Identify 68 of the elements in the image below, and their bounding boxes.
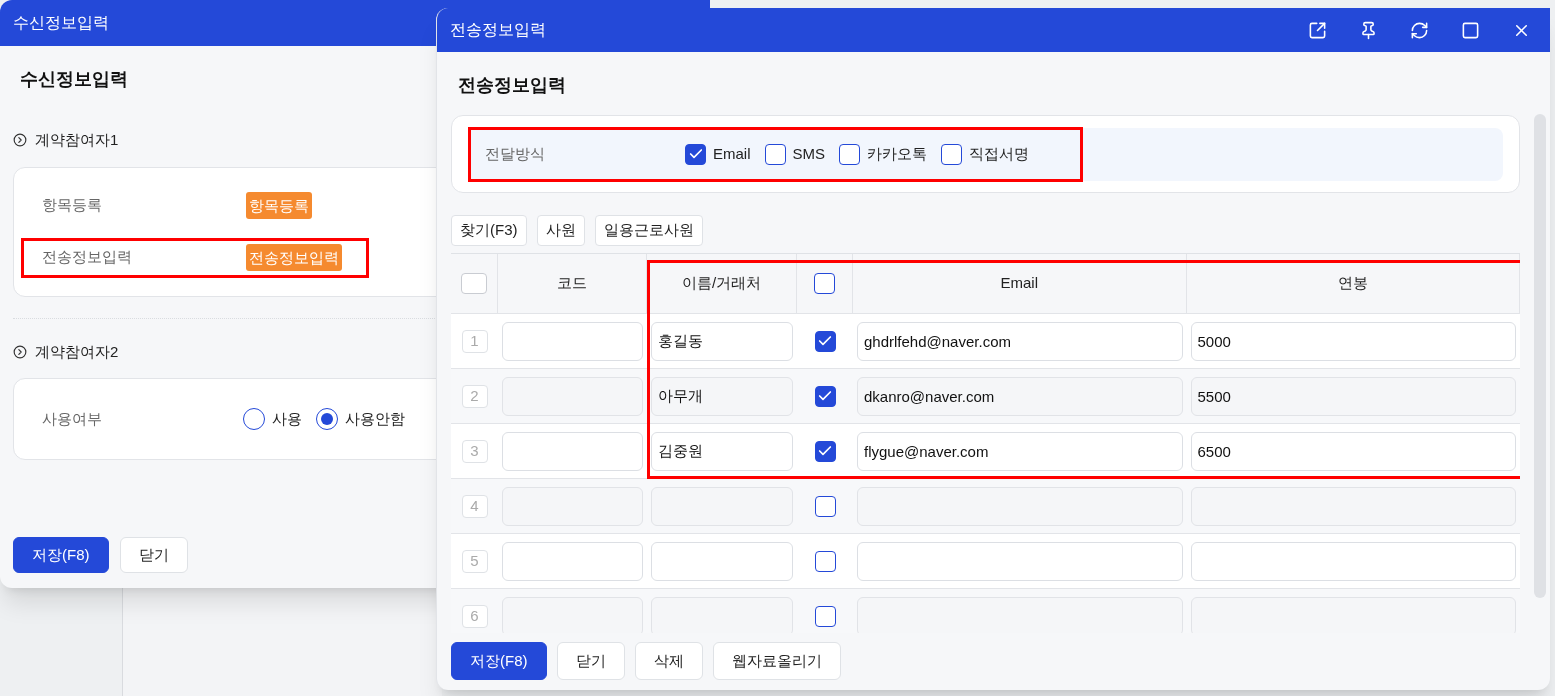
radio-label: 사용안함 bbox=[345, 408, 405, 429]
input-field[interactable] bbox=[857, 541, 1183, 581]
action-button[interactable]: 삭제 bbox=[634, 642, 703, 680]
row-number: 2 bbox=[461, 384, 488, 408]
checkbox-label: 카카오톡 bbox=[867, 143, 928, 164]
checkbox[interactable] bbox=[814, 330, 836, 352]
row-number: 5 bbox=[461, 549, 488, 573]
field-label: 사용여부 bbox=[41, 408, 103, 429]
chevron-circle-icon[interactable] bbox=[13, 133, 27, 148]
column-header: Email bbox=[853, 254, 1187, 314]
input-field[interactable] bbox=[502, 541, 643, 581]
refresh-icon[interactable] bbox=[1410, 20, 1429, 40]
input-field[interactable]: 김중원 bbox=[651, 431, 793, 471]
checkbox[interactable] bbox=[814, 495, 836, 517]
input-field[interactable]: ghdrlfehd@naver.com bbox=[857, 321, 1183, 361]
radio-button[interactable] bbox=[243, 408, 265, 430]
chevron-circle-icon[interactable] bbox=[13, 344, 27, 359]
section-title: 계약참여자2 bbox=[35, 341, 119, 362]
action-button[interactable]: 닫기 bbox=[119, 537, 188, 573]
input-field[interactable] bbox=[651, 541, 793, 581]
input-field[interactable]: flygue@naver.com bbox=[857, 431, 1183, 471]
checkbox-label: Email bbox=[713, 143, 751, 164]
row-number: 3 bbox=[461, 439, 488, 463]
checkbox[interactable] bbox=[814, 605, 836, 627]
checkbox[interactable] bbox=[814, 385, 836, 407]
input-field[interactable] bbox=[502, 431, 643, 471]
field-label: 전송정보입력 bbox=[41, 247, 133, 268]
input-field[interactable]: 홍길동 bbox=[651, 321, 793, 361]
checkbox[interactable] bbox=[814, 273, 835, 294]
input-field[interactable]: 6500 bbox=[1190, 431, 1516, 471]
action-button[interactable]: 닫기 bbox=[556, 642, 625, 680]
checkbox-label: SMS bbox=[792, 143, 826, 164]
action-button[interactable]: 웹자료올리기 bbox=[712, 642, 841, 680]
checkbox[interactable] bbox=[814, 550, 836, 572]
input-field[interactable]: 5000 bbox=[1190, 321, 1516, 361]
maximize-icon[interactable] bbox=[1461, 20, 1480, 40]
dialog-heading: 수신정보입력 bbox=[20, 68, 128, 91]
toolbar-button[interactable]: 일용근로사원 bbox=[594, 215, 703, 246]
row-number: 1 bbox=[461, 329, 488, 353]
checkbox[interactable] bbox=[685, 143, 706, 165]
action-button[interactable]: 저장(F8) bbox=[451, 642, 547, 680]
column-header: 코드 bbox=[498, 254, 647, 314]
input-field[interactable]: 5500 bbox=[1190, 376, 1516, 416]
field-label: 항목등록 bbox=[41, 195, 103, 216]
dialog-heading: 전송정보입력 bbox=[458, 74, 566, 97]
field-label: 전달방식 bbox=[485, 143, 546, 164]
toolbar-button[interactable]: 사원 bbox=[536, 215, 585, 246]
input-field[interactable] bbox=[502, 321, 643, 361]
action-button[interactable]: 저장(F8) bbox=[13, 537, 109, 573]
radio-label: 사용 bbox=[272, 408, 302, 429]
input-field[interactable] bbox=[1190, 541, 1516, 581]
section-title: 계약참여자1 bbox=[35, 130, 119, 150]
input-field[interactable]: dkanro@naver.com bbox=[857, 376, 1183, 416]
input-field[interactable]: 아무개 bbox=[651, 376, 793, 416]
checkbox[interactable] bbox=[764, 143, 786, 165]
row-number: 6 bbox=[461, 604, 488, 628]
toolbar-button[interactable]: 찾기(F3) bbox=[451, 215, 527, 246]
window-title: 수신정보입력 bbox=[13, 13, 109, 33]
column-header: 연봉 bbox=[1186, 254, 1520, 314]
radio-button[interactable] bbox=[316, 408, 338, 430]
checkbox[interactable] bbox=[839, 143, 861, 165]
row-number: 4 bbox=[461, 494, 488, 518]
window-title: 전송정보입력 bbox=[450, 20, 547, 40]
external-link-icon[interactable] bbox=[1308, 20, 1327, 40]
checkbox[interactable] bbox=[814, 440, 836, 462]
checkbox-label: 직접서명 bbox=[969, 143, 1030, 164]
pin-icon[interactable] bbox=[1359, 20, 1378, 40]
checkbox[interactable] bbox=[941, 143, 963, 165]
